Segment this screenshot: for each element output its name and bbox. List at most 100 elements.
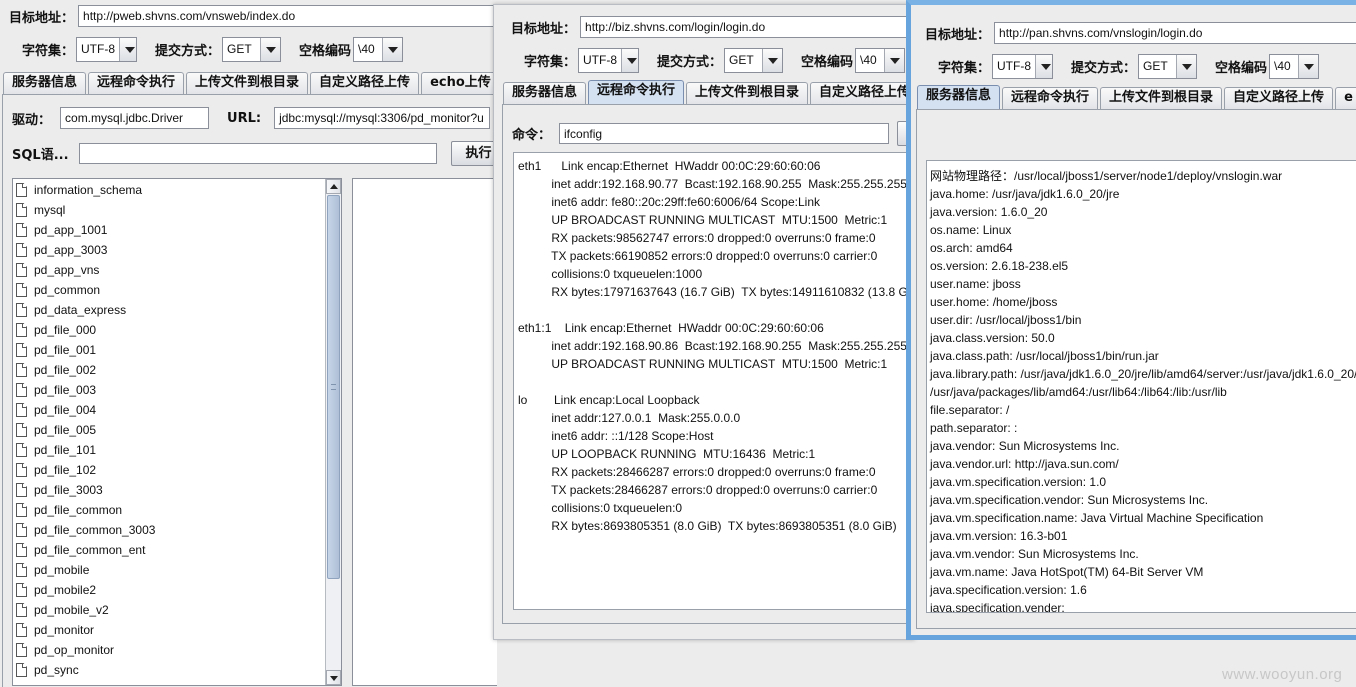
tab-remote-command[interactable]: 远程命令执行 — [88, 72, 185, 94]
database-icon — [16, 643, 27, 657]
database-list-item[interactable]: pd_file_102 — [13, 460, 341, 480]
database-list-item[interactable]: pd_data_express — [13, 300, 341, 320]
info-line: java.home: /usr/java/jdk1.6.0_20/jre — [930, 187, 1120, 201]
command-input[interactable]: ifconfig — [559, 123, 890, 144]
info-line: user.home: /home/jboss — [930, 295, 1058, 309]
method-select[interactable]: GET — [724, 48, 784, 73]
database-list-item[interactable]: pd_file_003 — [13, 380, 341, 400]
database-list-item[interactable]: pd_monitor — [13, 620, 341, 640]
database-list: information_schema mysql pd_app_1001 pd_app… — [12, 178, 342, 686]
database-list-item[interactable]: pd_file_common — [13, 500, 341, 520]
database-list-item[interactable]: pd_sync — [13, 660, 341, 680]
database-list-item[interactable]: pd_mobile2 — [13, 580, 341, 600]
database-list-item[interactable]: pd_file_101 — [13, 440, 341, 460]
database-name: pd_file_002 — [34, 363, 97, 377]
method-label: 提交方式： — [657, 55, 723, 70]
chevron-down-icon[interactable] — [762, 49, 783, 72]
chevron-down-icon[interactable] — [1176, 55, 1197, 78]
tab-server-info[interactable]: 服务器信息 — [3, 72, 87, 94]
database-list-scrollbar[interactable] — [325, 179, 341, 685]
sql-input[interactable] — [78, 143, 437, 164]
output-line: eth1:1 Link encap:Ethernet HWaddr 00:0C:… — [518, 321, 824, 335]
tab-custom-upload[interactable]: 自定义路径上传 — [310, 72, 420, 94]
tab-server-info[interactable]: 服务器信息 — [503, 82, 587, 104]
scrollbar-thumb[interactable] — [327, 195, 340, 579]
database-icon — [16, 623, 27, 637]
charset-select[interactable]: UTF-8 — [76, 37, 138, 62]
database-name: pd_file_001 — [34, 343, 97, 357]
method-select[interactable]: GET — [1138, 54, 1198, 79]
space-encoding-select[interactable]: \40 — [855, 48, 906, 73]
tab-echo-upload[interactable]: echo上传 — [421, 72, 497, 94]
database-list-item[interactable]: pd_file_common_ent — [13, 540, 341, 560]
info-line: /usr/java/packages/lib/amd64:/usr/lib64:… — [930, 385, 1227, 399]
chevron-down-icon[interactable] — [884, 49, 905, 72]
charset-value: UTF-8 — [997, 59, 1032, 73]
database-list-item[interactable]: pd_file_3003 — [13, 480, 341, 500]
target-url-input[interactable]: http://pweb.shvns.com/vnsweb/index.do — [78, 5, 497, 27]
method-select[interactable]: GET — [222, 37, 282, 62]
space-encoding-select[interactable]: \40 — [1269, 54, 1320, 79]
database-name: pd_file_003 — [34, 383, 97, 397]
database-list-item[interactable]: pd_app_vns — [13, 260, 341, 280]
chevron-down-icon[interactable] — [382, 38, 403, 61]
charset-label: 字符集： — [524, 55, 577, 70]
database-list-item[interactable]: information_schema — [13, 180, 341, 200]
database-icon — [16, 403, 27, 417]
target-url-input[interactable]: http://pan.shvns.com/vnslogin/login.do — [994, 22, 1356, 44]
database-list-item[interactable]: pd_app_3003 — [13, 240, 341, 260]
info-line: java.class.version: 50.0 — [930, 331, 1055, 345]
database-list-item[interactable]: pd_file_001 — [13, 340, 341, 360]
tab-custom-upload[interactable]: 自定义路径上传 — [1224, 87, 1334, 109]
database-name: information_schema — [34, 183, 143, 197]
scroll-up-icon[interactable] — [326, 179, 341, 194]
database-list-item[interactable]: pd_mobile — [13, 560, 341, 580]
database-list-item[interactable]: pd_common — [13, 280, 341, 300]
chevron-down-icon[interactable] — [260, 38, 281, 61]
database-icon — [16, 303, 27, 317]
database-list-item[interactable]: pd_mobile_v2 — [13, 600, 341, 620]
tab-upload-root[interactable]: 上传文件到根目录 — [186, 72, 309, 94]
database-name: pd_file_common_3003 — [34, 523, 156, 537]
target-url-label: 目标地址： — [511, 21, 577, 37]
driver-input[interactable]: com.mysql.jdbc.Driver — [60, 107, 210, 129]
chevron-down-icon[interactable] — [119, 38, 137, 61]
database-list-item[interactable]: pd_file_common_3003 — [13, 520, 341, 540]
database-icon — [16, 343, 27, 357]
chevron-down-icon[interactable] — [1035, 55, 1053, 78]
info-line: java.vm.vendor: Sun Microsystems Inc. — [930, 547, 1139, 561]
database-name: pd_file_004 — [34, 403, 97, 417]
info-line: java.specification.version: 1.6 — [930, 583, 1087, 597]
tab-upload-root[interactable]: 上传文件到根目录 — [686, 82, 809, 104]
method-value: GET — [729, 53, 754, 67]
jdbc-url-input[interactable]: jdbc:mysql://mysql:3306/pd_monitor?u — [274, 107, 491, 129]
database-list-item[interactable]: mysql — [13, 200, 341, 220]
scroll-down-icon[interactable] — [326, 670, 341, 685]
charset-select[interactable]: UTF-8 — [992, 54, 1054, 79]
charset-select[interactable]: UTF-8 — [578, 48, 640, 73]
info-line: user.name: jboss — [930, 277, 1021, 291]
execute-button[interactable]: 执行 — [450, 141, 497, 166]
info-line: file.separator: / — [930, 403, 1010, 417]
chevron-down-icon[interactable] — [621, 49, 639, 72]
database-list-item[interactable]: pd_file_005 — [13, 420, 341, 440]
target-url-input[interactable]: http://biz.shvns.com/login/login.do — [580, 16, 914, 38]
charset-label: 字符集： — [938, 61, 991, 76]
tab-custom-upload[interactable]: 自定义路径上传 — [810, 82, 914, 104]
tab-upload-root[interactable]: 上传文件到根目录 — [1100, 87, 1223, 109]
tab-remote-command[interactable]: 远程命令执行 — [1002, 87, 1099, 109]
space-encoding-select[interactable]: \40 — [353, 37, 404, 62]
info-line: java.vendor: Sun Microsystems Inc. — [930, 439, 1120, 453]
tab-echo-upload[interactable]: e — [1335, 87, 1356, 109]
database-list-item[interactable]: pd_file_002 — [13, 360, 341, 380]
chevron-down-icon[interactable] — [1298, 55, 1319, 78]
output-line: lo Link encap:Local Loopback — [518, 393, 700, 407]
database-list-item[interactable]: pd_file_000 — [13, 320, 341, 340]
output-line: UP BROADCAST RUNNING MULTICAST MTU:1500 … — [518, 357, 888, 371]
tab-server-info[interactable]: 服务器信息 — [917, 85, 1001, 109]
tab-remote-command[interactable]: 远程命令执行 — [588, 80, 685, 104]
database-list-item[interactable]: pd_op_monitor — [13, 640, 341, 660]
database-list-item[interactable]: pd_app_1001 — [13, 220, 341, 240]
database-list-item[interactable]: pd_file_004 — [13, 400, 341, 420]
database-icon — [16, 283, 27, 297]
